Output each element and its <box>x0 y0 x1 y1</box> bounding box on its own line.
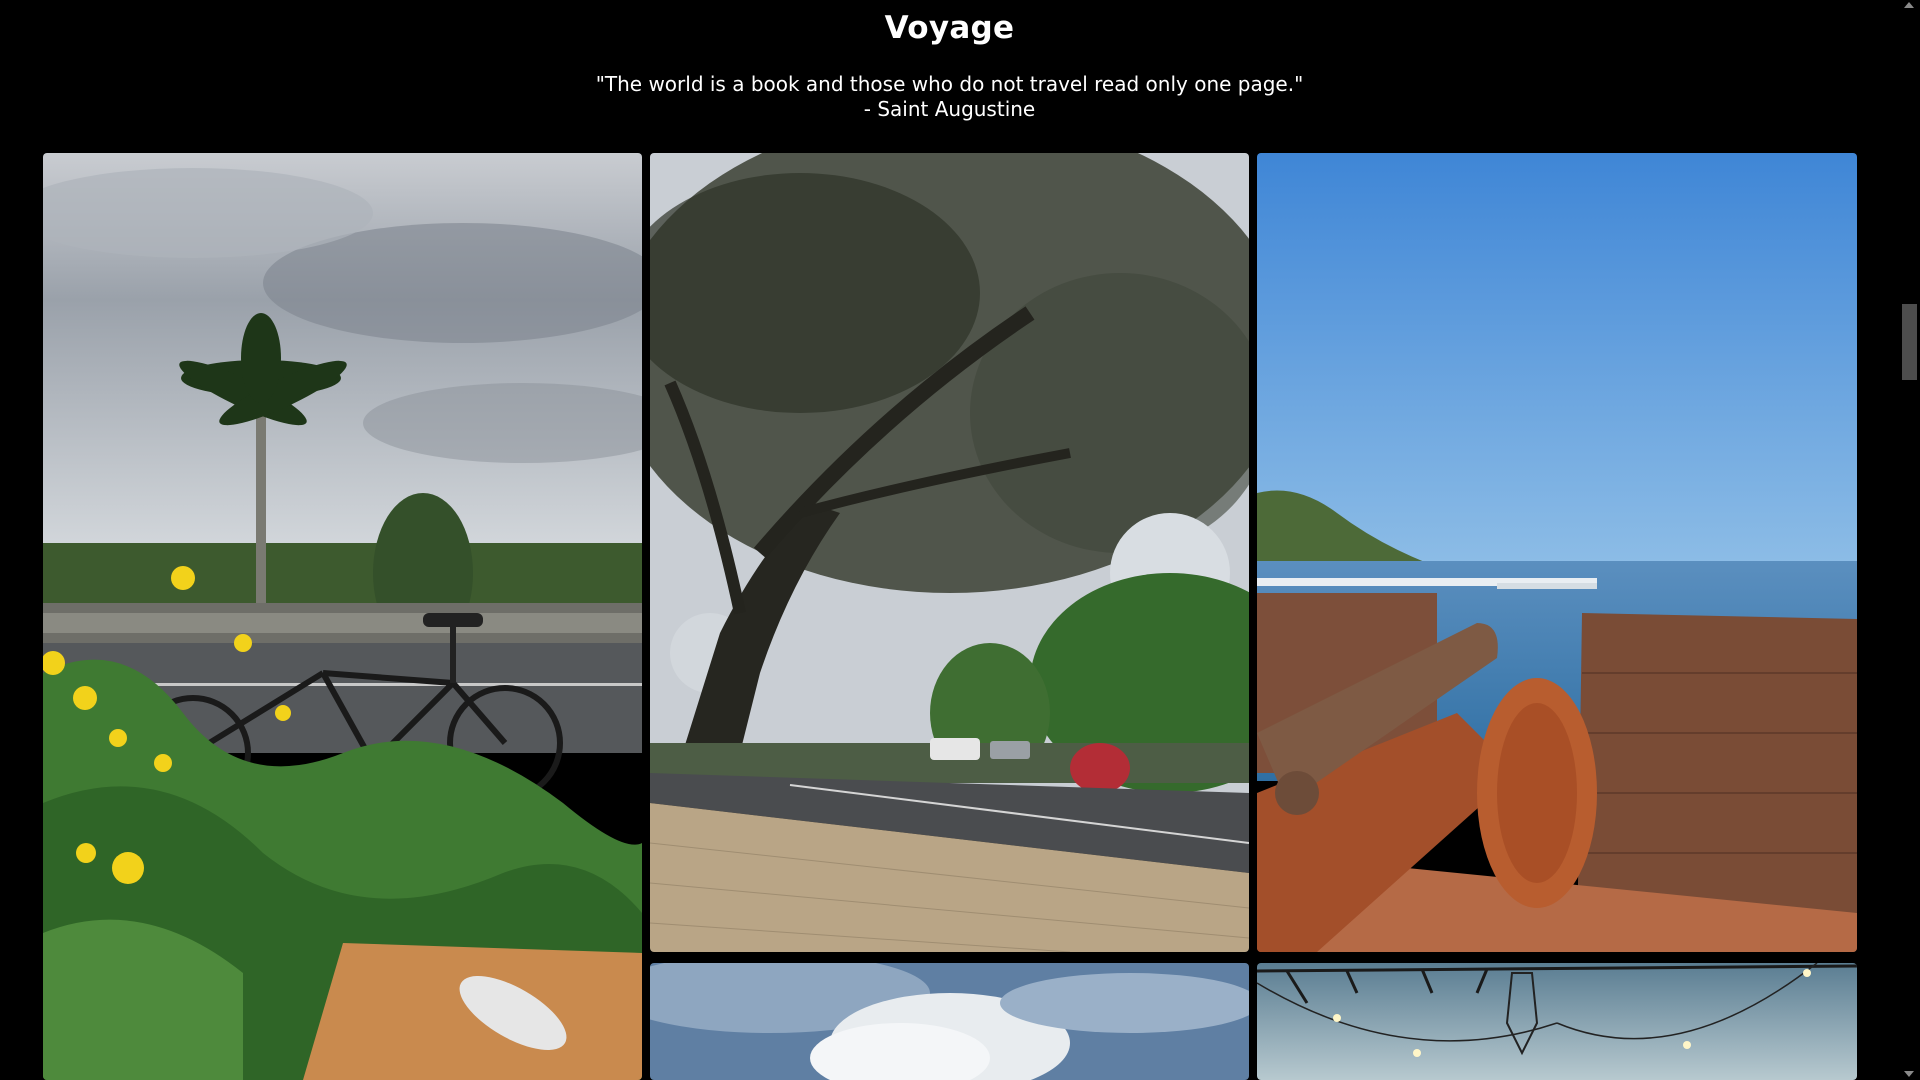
photo-cannon-sea-image <box>1257 153 1857 952</box>
photo-tree-street[interactable] <box>650 153 1249 952</box>
quote-text: "The world is a book and those who do no… <box>595 72 1304 96</box>
page: Voyage "The world is a book and those wh… <box>0 0 1920 1080</box>
scrollbar-thumb[interactable] <box>1902 304 1917 380</box>
photo-string-lights-image <box>1257 963 1857 1080</box>
photo-clouds-sky[interactable] <box>650 963 1249 1080</box>
page-title: Voyage <box>884 10 1015 46</box>
vertical-scrollbar[interactable] <box>1899 0 1920 1080</box>
quote-author: - Saint Augustine <box>863 97 1036 121</box>
photo-string-lights[interactable] <box>1257 963 1857 1080</box>
quote: "The world is a book and those who do no… <box>0 72 1899 122</box>
photo-cannon-sea[interactable] <box>1257 153 1857 952</box>
scroll-up-arrow-icon[interactable] <box>1904 2 1914 8</box>
photo-gallery <box>43 153 1858 1080</box>
scroll-down-arrow-icon[interactable] <box>1904 1071 1914 1077</box>
photo-tree-street-image <box>650 153 1249 952</box>
photo-clouds-sky-image <box>650 963 1249 1080</box>
photo-bicycle-palm[interactable] <box>43 153 642 1080</box>
photo-bicycle-palm-image <box>43 153 642 1080</box>
